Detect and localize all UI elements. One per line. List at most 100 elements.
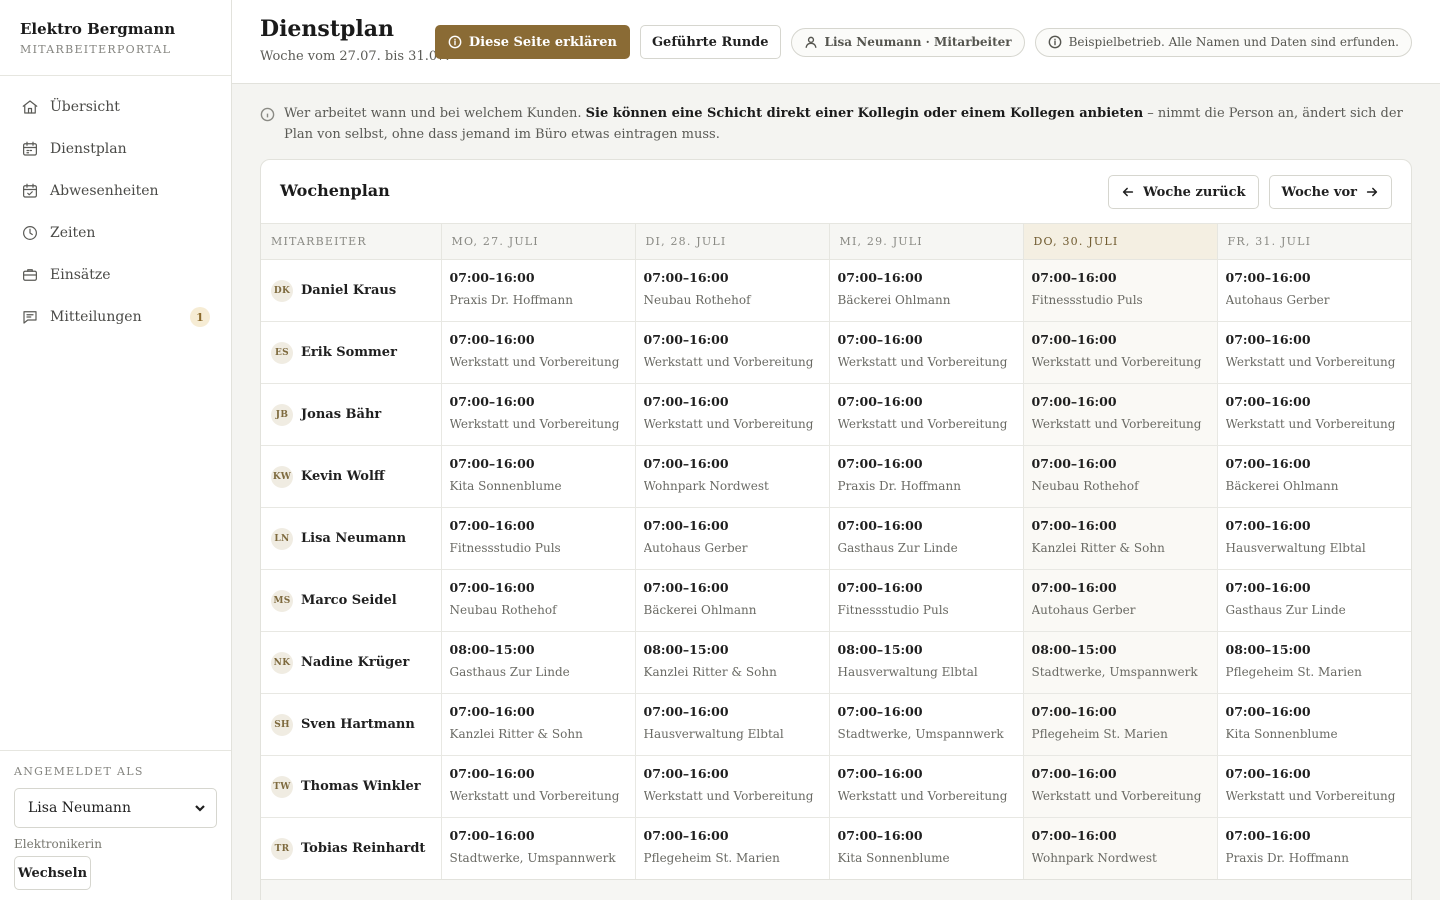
shift-cell[interactable]: 08:00–15:00 Pflegeheim St. Marien bbox=[1217, 631, 1411, 694]
shift-cell[interactable]: 07:00–16:00 Autohaus Gerber bbox=[1023, 569, 1218, 632]
shift-cell[interactable]: 07:00–16:00 Werkstatt und Vorbereitung bbox=[829, 321, 1024, 384]
shift-location: Werkstatt und Vorbereitung bbox=[1031, 417, 1202, 431]
shift-cell[interactable]: 07:00–16:00 Neubau Rothehof bbox=[1023, 445, 1218, 508]
shift-cell[interactable]: 07:00–16:00 Werkstatt und Vorbereitung bbox=[1217, 321, 1411, 384]
shift-cell[interactable]: 07:00–16:00 Werkstatt und Vorbereitung bbox=[635, 755, 830, 818]
shift-time: 07:00–16:00 bbox=[1225, 332, 1311, 347]
shift-cell[interactable]: 07:00–16:00 Wohnpark Nordwest bbox=[1023, 817, 1218, 880]
shift-time: 07:00–16:00 bbox=[643, 456, 729, 471]
employee-name: Sven Hartmann bbox=[301, 717, 415, 732]
avatar: TW bbox=[271, 775, 293, 798]
avatar: ES bbox=[271, 341, 293, 364]
column-header-day: MI, 29. JULI bbox=[829, 223, 1024, 260]
shift-location: Kanzlei Ritter & Sohn bbox=[643, 665, 777, 679]
shift-cell[interactable]: 07:00–16:00 Fitnessstudio Puls bbox=[441, 507, 636, 570]
employee-cell: SH Sven Hartmann bbox=[261, 693, 442, 756]
shift-cell[interactable]: 07:00–16:00 Werkstatt und Vorbereitung bbox=[441, 383, 636, 446]
shift-cell[interactable]: 07:00–16:00 Autohaus Gerber bbox=[635, 507, 830, 570]
sidebar-item-uebersicht[interactable]: Übersicht bbox=[0, 86, 231, 128]
shift-location: Stadtwerke, Umspannwerk bbox=[837, 727, 1004, 741]
shift-location: Kita Sonnenblume bbox=[1225, 727, 1338, 741]
user-select[interactable]: Lisa Neumann bbox=[14, 788, 217, 828]
shift-cell[interactable]: 07:00–16:00 Pflegeheim St. Marien bbox=[635, 817, 830, 880]
shift-cell[interactable]: 07:00–16:00 Hausverwaltung Elbtal bbox=[635, 693, 830, 756]
employee-cell: JB Jonas Bähr bbox=[261, 383, 442, 446]
shift-cell[interactable]: 07:00–16:00 Bäckerei Ohlmann bbox=[829, 259, 1024, 322]
employee: ES Erik Sommer bbox=[271, 341, 431, 364]
shift-cell[interactable]: 07:00–16:00 Kanzlei Ritter & Sohn bbox=[441, 693, 636, 756]
explain-page-button[interactable]: Diese Seite erklären bbox=[434, 25, 630, 59]
shift-cell[interactable]: 07:00–16:00 Werkstatt und Vorbereitung bbox=[829, 755, 1024, 818]
shift-time: 07:00–16:00 bbox=[837, 518, 923, 533]
shift-cell[interactable]: 07:00–16:00 Kanzlei Ritter & Sohn bbox=[1023, 507, 1218, 570]
shift-cell[interactable]: 07:00–16:00 Werkstatt und Vorbereitung bbox=[1217, 755, 1411, 818]
table-row: LN Lisa Neumann 07:00–16:00 Fitnessstudio P… bbox=[261, 507, 1411, 570]
shift-cell[interactable]: 07:00–16:00 Werkstatt und Vorbereitung bbox=[1023, 755, 1218, 818]
shift-time: 07:00–16:00 bbox=[1225, 704, 1311, 719]
shift-location: Kanzlei Ritter & Sohn bbox=[1031, 541, 1165, 555]
shift-cell[interactable]: 08:00–15:00 Gasthaus Zur Linde bbox=[441, 631, 636, 694]
shift-cell[interactable]: 07:00–16:00 Neubau Rothehof bbox=[441, 569, 636, 632]
sidebar-item-einsaetze[interactable]: Einsätze bbox=[0, 254, 231, 296]
shift-cell[interactable]: 07:00–16:00 Autohaus Gerber bbox=[1217, 259, 1411, 322]
card-footer bbox=[261, 879, 1411, 900]
table-row: KW Kevin Wolff 07:00–16:00 Kita Sonnenblume… bbox=[261, 445, 1411, 508]
shift-cell[interactable]: 07:00–16:00 Gasthaus Zur Linde bbox=[829, 507, 1024, 570]
login-panel: ANGEMELDET ALS Lisa Neumann Elektroniker… bbox=[0, 750, 231, 900]
page-title: Dienstplan bbox=[260, 16, 394, 42]
employee-name: Thomas Winkler bbox=[301, 779, 421, 794]
shift-location: Praxis Dr. Hoffmann bbox=[1225, 851, 1349, 865]
shift-cell[interactable]: 07:00–16:00 Stadtwerke, Umspannwerk bbox=[829, 693, 1024, 756]
employee-name: Tobias Reinhardt bbox=[301, 841, 426, 856]
shift-cell[interactable]: 07:00–16:00 Gasthaus Zur Linde bbox=[1217, 569, 1411, 632]
previous-week-label: Woche zurück bbox=[1143, 184, 1246, 200]
employee-name: Daniel Kraus bbox=[301, 283, 397, 298]
sidebar-item-mitteilungen[interactable]: Mitteilungen 1 bbox=[0, 296, 231, 338]
sidebar-item-zeiten[interactable]: Zeiten bbox=[0, 212, 231, 254]
shift-cell[interactable]: 07:00–16:00 Werkstatt und Vorbereitung bbox=[1023, 321, 1218, 384]
shift-location: Werkstatt und Vorbereitung bbox=[449, 355, 620, 369]
shift-cell[interactable]: 07:00–16:00 Werkstatt und Vorbereitung bbox=[635, 321, 830, 384]
employee: NK Nadine Krüger bbox=[271, 651, 431, 674]
shift-cell[interactable]: 07:00–16:00 Werkstatt und Vorbereitung bbox=[1217, 383, 1411, 446]
shift-location: Pflegeheim St. Marien bbox=[1225, 665, 1362, 679]
shift-cell[interactable]: 07:00–16:00 Werkstatt und Vorbereitung bbox=[635, 383, 830, 446]
shift-time: 07:00–16:00 bbox=[837, 270, 923, 285]
guided-tour-button[interactable]: Geführte Runde bbox=[639, 25, 781, 59]
shift-time: 07:00–16:00 bbox=[643, 580, 729, 595]
shift-location: Werkstatt und Vorbereitung bbox=[837, 789, 1008, 803]
switch-user-button[interactable]: Wechseln bbox=[14, 856, 91, 890]
shift-time: 07:00–16:00 bbox=[1031, 456, 1117, 471]
shift-cell[interactable]: 07:00–16:00 Stadtwerke, Umspannwerk bbox=[441, 817, 636, 880]
shift-cell[interactable]: 07:00–16:00 Fitnessstudio Puls bbox=[1023, 259, 1218, 322]
sidebar-item-dienstplan[interactable]: Dienstplan bbox=[0, 128, 231, 170]
shift-cell[interactable]: 07:00–16:00 Kita Sonnenblume bbox=[1217, 693, 1411, 756]
shift-cell[interactable]: 08:00–15:00 Kanzlei Ritter & Sohn bbox=[635, 631, 830, 694]
previous-week-button[interactable]: Woche zurück bbox=[1108, 175, 1259, 209]
shift-cell[interactable]: 07:00–16:00 Praxis Dr. Hoffmann bbox=[1217, 817, 1411, 880]
shift-cell[interactable]: 07:00–16:00 Fitnessstudio Puls bbox=[829, 569, 1024, 632]
shift-location: Neubau Rothehof bbox=[449, 603, 557, 617]
shift-cell[interactable]: 07:00–16:00 Hausverwaltung Elbtal bbox=[1217, 507, 1411, 570]
shift-cell[interactable]: 07:00–16:00 Praxis Dr. Hoffmann bbox=[441, 259, 636, 322]
employee: JB Jonas Bähr bbox=[271, 403, 431, 426]
shift-cell[interactable]: 07:00–16:00 Pflegeheim St. Marien bbox=[1023, 693, 1218, 756]
shift-cell[interactable]: 07:00–16:00 Werkstatt und Vorbereitung bbox=[441, 755, 636, 818]
shift-cell[interactable]: 07:00–16:00 Kita Sonnenblume bbox=[441, 445, 636, 508]
shift-cell[interactable]: 07:00–16:00 Kita Sonnenblume bbox=[829, 817, 1024, 880]
shift-cell[interactable]: 07:00–16:00 Werkstatt und Vorbereitung bbox=[441, 321, 636, 384]
shift-cell[interactable]: 08:00–15:00 Hausverwaltung Elbtal bbox=[829, 631, 1024, 694]
shift-cell[interactable]: 07:00–16:00 Bäckerei Ohlmann bbox=[635, 569, 830, 632]
shift-cell[interactable]: 08:00–15:00 Stadtwerke, Umspannwerk bbox=[1023, 631, 1218, 694]
next-week-button[interactable]: Woche vor bbox=[1268, 175, 1392, 209]
sidebar-item-abwesenheiten[interactable]: Abwesenheiten bbox=[0, 170, 231, 212]
info-icon bbox=[260, 107, 275, 122]
shift-location: Kanzlei Ritter & Sohn bbox=[449, 727, 583, 741]
shift-time: 07:00–16:00 bbox=[1225, 270, 1311, 285]
shift-cell[interactable]: 07:00–16:00 Praxis Dr. Hoffmann bbox=[829, 445, 1024, 508]
shift-cell[interactable]: 07:00–16:00 Wohnpark Nordwest bbox=[635, 445, 830, 508]
shift-cell[interactable]: 07:00–16:00 Neubau Rothehof bbox=[635, 259, 830, 322]
shift-cell[interactable]: 07:00–16:00 Werkstatt und Vorbereitung bbox=[829, 383, 1024, 446]
shift-cell[interactable]: 07:00–16:00 Bäckerei Ohlmann bbox=[1217, 445, 1411, 508]
shift-cell[interactable]: 07:00–16:00 Werkstatt und Vorbereitung bbox=[1023, 383, 1218, 446]
